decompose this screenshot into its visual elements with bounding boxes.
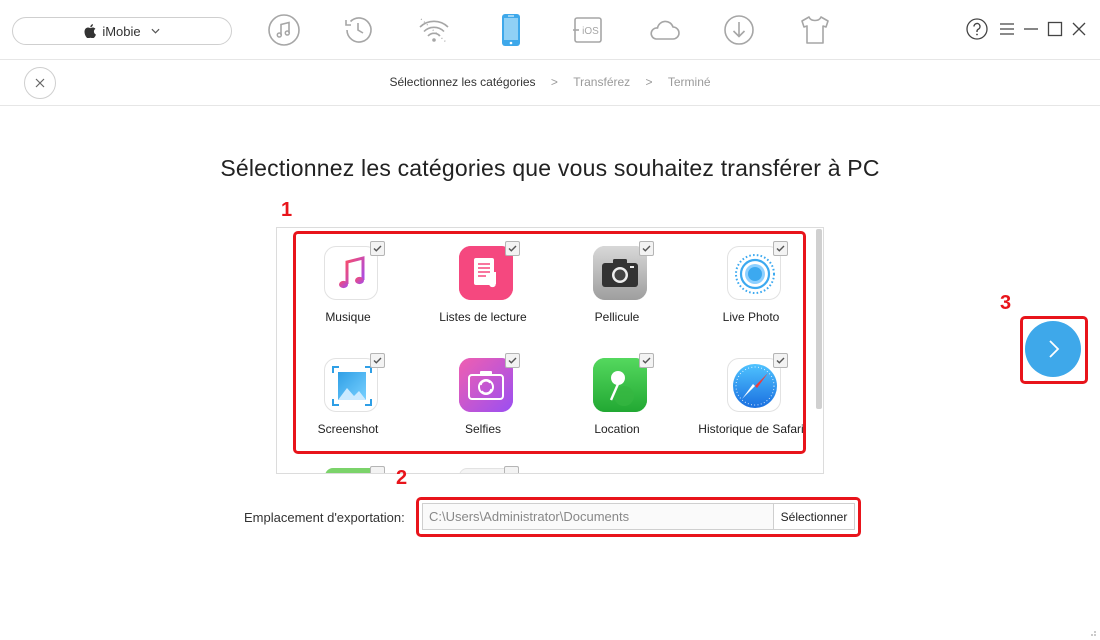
annotation-number-1: 1 — [281, 199, 293, 221]
help-icon — [966, 18, 988, 40]
device-selector[interactable]: iMobie — [12, 17, 232, 45]
apple-icon — [84, 24, 97, 38]
maximize-icon — [1047, 21, 1063, 37]
phone-icon — [502, 14, 520, 46]
resize-grip-icon[interactable] — [1087, 627, 1097, 637]
annotation-box-next — [1020, 316, 1088, 384]
breadcrumb-step-transfer: Transférez — [573, 75, 631, 89]
breadcrumb-step-done: Terminé — [667, 75, 711, 89]
close-window-button[interactable] — [1068, 18, 1090, 40]
toolbar-cloud-button[interactable] — [646, 12, 682, 48]
minimize-icon — [1024, 28, 1038, 30]
toolbar-music-button[interactable] — [266, 12, 302, 48]
maximize-button[interactable] — [1044, 18, 1066, 40]
breadcrumb-separator: > — [645, 75, 653, 89]
cloud-icon — [650, 20, 680, 40]
category-checkbox-partial — [504, 466, 519, 473]
wifi-icon — [419, 18, 449, 44]
chevron-down-icon — [151, 28, 160, 34]
annotation-number-3: 3 — [1000, 292, 1012, 314]
breadcrumb-separator: > — [550, 75, 558, 89]
history-icon — [345, 17, 372, 43]
toolbar-ios-button[interactable]: iOS — [570, 12, 606, 48]
breadcrumb-bar: Sélectionnez les catégories > Transférez… — [0, 60, 1100, 106]
breadcrumb: Sélectionnez les catégories > Transférez… — [0, 75, 1100, 89]
toolbar-phone-button[interactable] — [493, 12, 529, 48]
top-toolbar: iMobie iOS — [0, 0, 1100, 60]
breadcrumb-step-select: Sélectionnez les catégories — [389, 75, 536, 89]
ios-label: iOS — [582, 26, 599, 37]
download-icon — [724, 15, 754, 45]
export-location-label: Emplacement d'exportation: — [244, 510, 405, 525]
toolbar-history-button[interactable] — [340, 12, 376, 48]
ios-transfer-icon: iOS — [573, 17, 602, 43]
annotation-box-categories — [293, 231, 806, 454]
category-checkbox-partial — [370, 466, 385, 473]
page-title: Sélectionnez les catégories que vous sou… — [220, 155, 880, 181]
menu-button[interactable] — [996, 18, 1018, 40]
annotation-box-export — [416, 497, 861, 537]
toolbar-download-button[interactable] — [721, 12, 757, 48]
toolbar-tshirt-button[interactable] — [797, 12, 833, 48]
toolbar-wifi-button[interactable] — [416, 12, 452, 48]
device-name: iMobie — [102, 23, 141, 39]
music-icon — [268, 14, 300, 46]
help-button[interactable] — [966, 18, 988, 40]
annotation-number-2: 2 — [396, 467, 408, 489]
tshirt-icon — [801, 16, 829, 44]
menu-icon — [1000, 23, 1014, 35]
close-icon — [1072, 22, 1086, 36]
minimize-button[interactable] — [1020, 18, 1042, 40]
